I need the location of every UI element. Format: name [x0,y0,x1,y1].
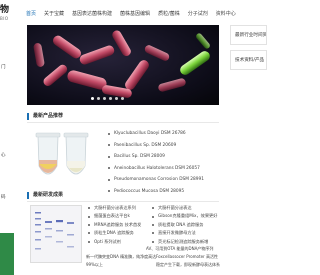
product-name: Klyuclubacillus Daoyi DSM 26786 [114,131,186,136]
main-nav: 首页 关于宝藏 基因表达菌株构建 菌株基因编辑 质粒/菌株 分子试剂 资料中心 [26,9,244,19]
bullet-icon [88,240,90,243]
research-column-2: 大肠杆菌分泌表达 Gibson克隆重组Mix，效果更好 质粒提取 DNA 追踪服… [152,204,217,246]
product-item[interactable]: Pseudomonamonas Corrosion DSM 28991 [108,174,218,186]
research-label: Gibson克隆重组Mix，效果更好 [158,213,218,219]
research-label: 质粒提取 DNA 追踪服务 [158,221,204,227]
product-name: Paenibacillus Sp. DSM 20609 [114,142,177,148]
research-text-line: Foxcellassocer Promoter 高活性 [156,254,218,259]
bacteria-image [33,30,210,98]
research-item[interactable]: 质粒提取 DNA 追踪服务 [152,221,217,229]
nav-about[interactable]: 关于宝藏 [44,9,64,19]
right-sidebar: 最新行业时间资讯 技术资料/产品 [230,25,267,75]
research-item[interactable]: 直接开发微酵母方法 [152,229,217,237]
research-item[interactable]: 质粒生DNA 追踪服务 [88,229,141,237]
left-green-bar [0,233,14,275]
bullet-icon [108,132,110,135]
sidebar-tech-link[interactable]: 技术资料/产品 [230,50,267,70]
gel-bands-graphic [35,212,74,250]
product-item[interactable]: Paenibacillus Sp. DSM 20609 [108,140,218,152]
research-label: Opti 系列试剂 [94,238,121,244]
bullet-icon [88,232,90,235]
product-item[interactable]: Klyuclubacillus Daoyi DSM 26786 [108,128,218,140]
research-section-header: 最新研发成果 [27,189,219,202]
carousel-dot[interactable] [109,97,112,100]
research-item[interactable]: Opti 系列试剂 [88,238,141,246]
site-header: 物 BIO 首页 关于宝藏 基因表达菌株构建 菌株基因编辑 质粒/菌株 分子试剂… [0,0,267,28]
research-section-title: 最新研发成果 [33,192,64,198]
research-text-line: 新一代酶突变DNA 精准酶，纯净度高达 [86,254,157,259]
product-tubes-image[interactable] [30,130,95,185]
left-label: 心 [1,153,6,158]
research-item[interactable]: Gibson克隆重组Mix，效果更好 [152,212,217,220]
bullet-icon [152,207,154,210]
product-list: Klyuclubacillus Daoyi DSM 26786 Paenibac… [108,128,218,197]
bullet-icon [108,144,110,147]
research-label: MRNA追踪服务 技术首发 [94,221,142,227]
bullet-icon [88,215,90,218]
bullet-icon [152,224,154,227]
research-label: 细菌蛋白表达平台k [94,213,130,219]
logo-text: 物 [0,5,10,15]
carousel-dots [91,97,124,100]
bullet-icon [152,215,154,218]
research-item[interactable]: 大肠杆菌分泌表达系列 [88,204,141,212]
sidebar-news-link[interactable]: 最新行业时间资讯 [230,25,267,45]
logo-subtext: BIO [0,16,9,21]
nav-plasmid-strain[interactable]: 质粒/菌株 [158,9,180,19]
research-item[interactable]: 大肠杆菌分泌表达 [152,204,217,212]
bullet-icon [108,155,110,158]
left-label: 码 [1,195,6,200]
gel-image[interactable] [30,205,82,263]
research-label: 荧光标记检测追踪服务新增 [158,238,209,244]
section-marker [27,113,29,120]
product-name: Bacillus Sp. DSM 28009 [114,154,165,159]
product-name: Aneinobacillus Halotolerans DSM 26057 [114,165,200,171]
bullet-icon [88,207,90,210]
research-item[interactable]: 荧光标记检测追踪服务新增 [152,238,217,246]
bullet-icon [108,167,110,170]
carousel-dot[interactable] [115,97,118,100]
bullet-icon [108,178,110,181]
products-section-title: 最新产品推荐 [33,113,64,119]
nav-resource-center[interactable]: 资料中心 [216,9,236,19]
bullet-icon [152,232,154,235]
research-item[interactable]: MRNA追踪服务 技术首发 [88,221,141,229]
nav-molecular-reagents[interactable]: 分子试剂 [188,9,208,19]
research-item[interactable]: 细菌蛋白表达平台k [88,212,141,220]
products-section-header: 最新产品推荐 [27,110,219,123]
product-item[interactable]: Aneinobacillus Halotolerans DSM 26057 [108,163,218,175]
left-label: 门 [1,65,6,70]
section-marker [27,192,29,199]
research-text-line: AV、可用到OTA 能量的DNA产物序列 [146,246,214,251]
research-label: 大肠杆菌分泌表达 [158,205,192,210]
nav-expression-strain[interactable]: 基因表达菌株构建 [72,9,112,19]
research-label: 直接开发微酵母方法 [158,230,196,236]
bullet-icon [152,240,154,243]
carousel-dot[interactable] [103,97,106,100]
carousel-dot[interactable] [121,97,124,100]
carousel-dot[interactable] [91,97,94,100]
product-name: Pseudomonamonas Corrosion DSM 28991 [114,177,204,182]
nav-gene-editing[interactable]: 菌株基因编辑 [120,9,150,19]
carousel-dot[interactable] [97,97,100,100]
bullet-icon [88,224,90,227]
nav-home[interactable]: 首页 [26,9,36,19]
research-label: 质粒生DNA 追踪服务 [94,230,134,236]
hero-banner[interactable] [27,25,219,105]
research-text-line: 稳定产生下载，即现新酵母表达体系 [156,262,220,267]
site-logo[interactable]: 物 BIO [0,5,16,23]
product-item[interactable]: Bacillus Sp. DSM 28009 [108,151,218,163]
research-label: 大肠杆菌分泌表达系列 [94,205,136,210]
research-column-1: 大肠杆菌分泌表达系列 细菌蛋白表达平台k MRNA追踪服务 技术首发 质粒生DN… [88,204,141,246]
research-text-line: 99%以上 [86,262,103,267]
